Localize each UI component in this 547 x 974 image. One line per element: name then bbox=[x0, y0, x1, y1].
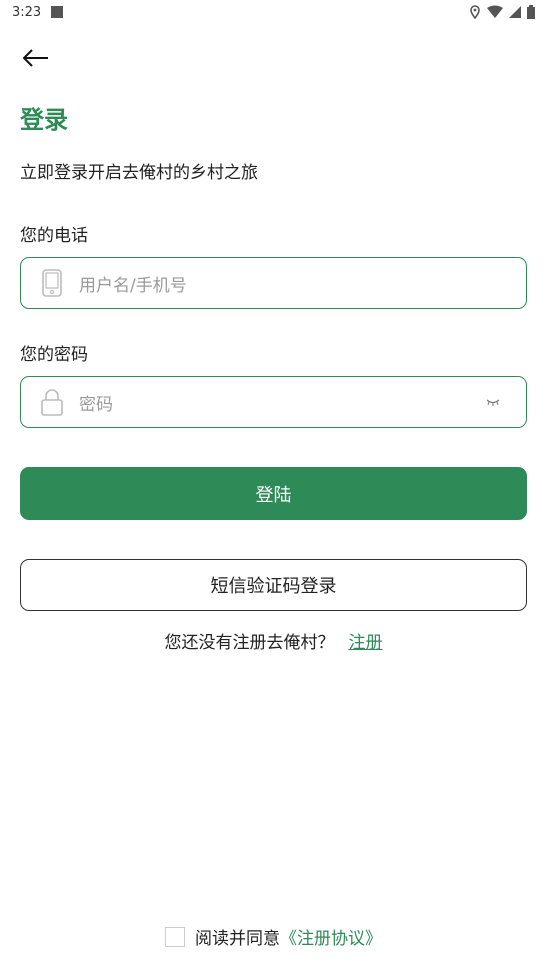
phone-placeholder: 用户名/手机号 bbox=[79, 275, 187, 296]
back-button[interactable] bbox=[20, 44, 52, 72]
status-left: 3:23 bbox=[12, 4, 64, 20]
agreement-line: 阅读并同意 《注册协议》 bbox=[0, 924, 547, 949]
register-link[interactable]: 注册 bbox=[349, 633, 383, 653]
agreement-link[interactable]: 《注册协议》 bbox=[280, 924, 382, 949]
page-title: 登录 bbox=[20, 106, 68, 134]
lock-icon bbox=[41, 389, 63, 416]
wifi-icon bbox=[487, 5, 503, 18]
sms-login-button[interactable]: 短信验证码登录 bbox=[20, 559, 527, 611]
agreement-checkbox[interactable] bbox=[165, 926, 185, 947]
phone-input[interactable]: 用户名/手机号 bbox=[20, 257, 527, 309]
password-input[interactable]: 密码 bbox=[20, 376, 527, 428]
eye-closed-icon[interactable] bbox=[486, 397, 500, 407]
status-right bbox=[469, 5, 535, 19]
status-time: 3:23 bbox=[12, 4, 42, 20]
login-button[interactable]: 登陆 bbox=[20, 467, 527, 520]
signal-icon bbox=[509, 6, 521, 18]
agreement-text: 阅读并同意 bbox=[195, 929, 280, 949]
password-placeholder: 密码 bbox=[79, 394, 113, 415]
phone-label: 您的电话 bbox=[20, 226, 88, 246]
register-line: 您还没有注册去俺村？ 注册 bbox=[0, 628, 547, 653]
password-label: 您的密码 bbox=[20, 345, 88, 365]
notification-icon bbox=[51, 6, 64, 18]
arrow-left-icon bbox=[22, 49, 48, 67]
register-prompt: 您还没有注册去俺村？ bbox=[164, 633, 335, 653]
location-icon bbox=[470, 5, 480, 19]
battery-icon bbox=[527, 5, 535, 19]
phone-icon bbox=[42, 269, 62, 297]
page-subtitle: 立即登录开启去俺村的乡村之旅 bbox=[20, 163, 258, 183]
status-bar: 3:23 bbox=[0, 0, 547, 24]
